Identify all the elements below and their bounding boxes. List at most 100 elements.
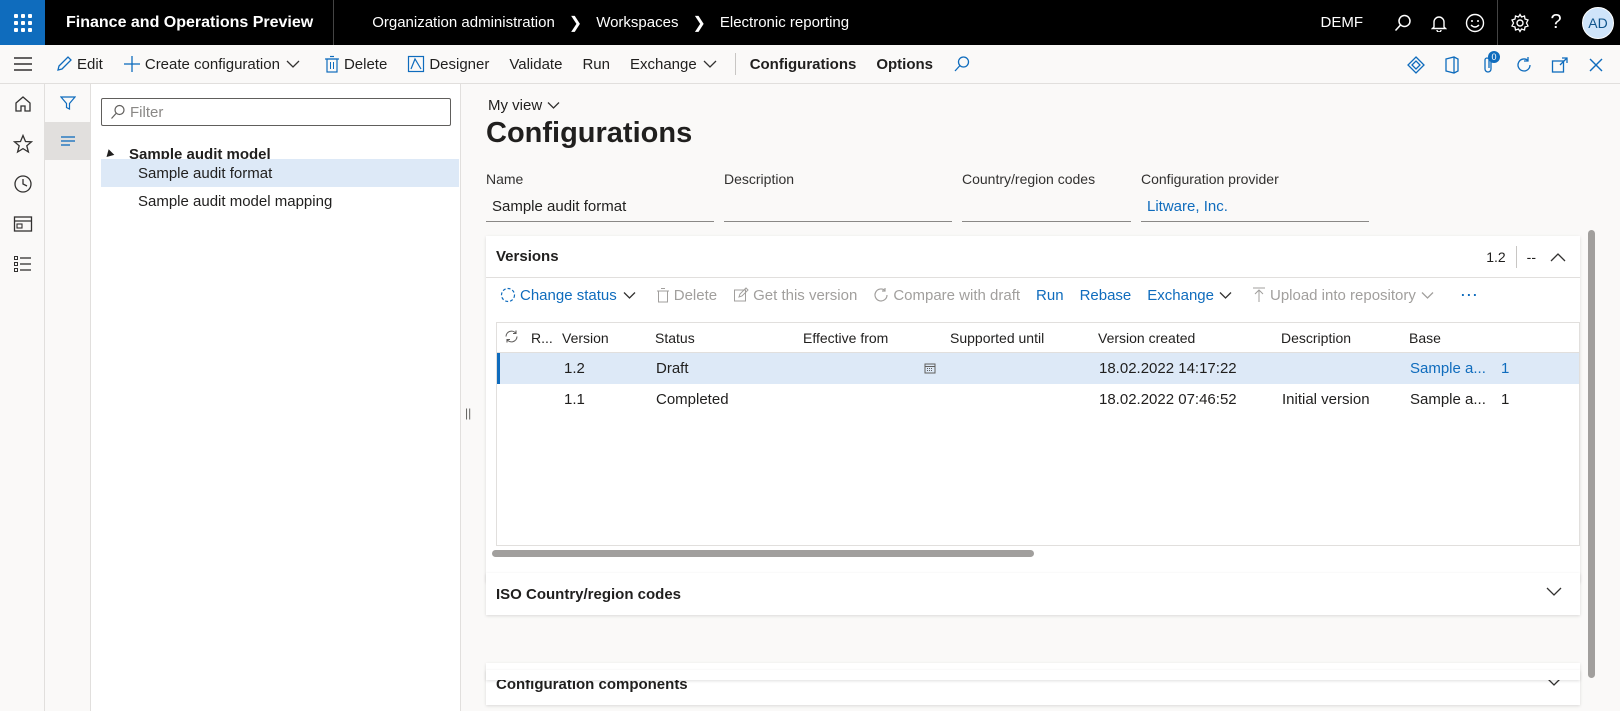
breadcrumb-item-workspaces[interactable]: Workspaces (596, 14, 678, 31)
bell-icon[interactable] (1421, 0, 1457, 45)
column-header[interactable]: R... (531, 330, 553, 346)
cell-base[interactable]: Sample a... (1410, 391, 1486, 408)
tree-node-item[interactable]: Sample audit model mapping (101, 187, 459, 215)
office-icon[interactable] (1434, 45, 1470, 84)
upload-into-repository-label: Upload into repository (1269, 286, 1416, 304)
breadcrumb-item-electronic-reporting[interactable]: Electronic reporting (720, 14, 849, 31)
modules-list-icon[interactable] (0, 244, 45, 284)
main-content: My view Configurations Name Sample audit… (462, 84, 1620, 711)
create-configuration-button[interactable]: Create configuration (113, 45, 314, 84)
column-header[interactable]: Description (1281, 330, 1351, 346)
column-header[interactable]: Base (1409, 330, 1441, 346)
run-button[interactable]: Run (572, 45, 620, 84)
breadcrumb-item-org-admin[interactable]: Organization administration (372, 14, 555, 31)
home-icon[interactable] (0, 84, 45, 124)
country-codes-input[interactable] (962, 194, 1131, 222)
company-picker[interactable]: DEMF (1321, 14, 1364, 31)
change-status-button[interactable]: Change status (500, 287, 640, 304)
search-icon (111, 104, 125, 119)
power-apps-icon[interactable] (1398, 45, 1434, 84)
grid-refresh-icon[interactable] (504, 329, 519, 347)
column-header[interactable]: Version created (1098, 330, 1195, 346)
get-this-version-button[interactable]: Get this version (733, 287, 857, 304)
versions-header[interactable]: Versions 1.2 -- (486, 236, 1580, 278)
cell-base-version: 1 (1501, 391, 1510, 408)
cell-status: Completed (656, 391, 729, 408)
page-title: Configurations (486, 117, 693, 149)
column-header[interactable]: Status (655, 330, 695, 346)
version-run-button[interactable]: Run (1036, 287, 1064, 304)
my-view-selector[interactable]: My view (488, 97, 560, 114)
close-icon[interactable] (1578, 45, 1614, 84)
exchange-menu[interactable]: Exchange (620, 45, 731, 84)
edit-button[interactable]: Edit (45, 45, 113, 84)
cell-version: 1.2 (564, 360, 585, 377)
recent-clock-icon[interactable] (0, 164, 45, 204)
tree-list-icon[interactable] (45, 122, 90, 160)
gear-icon[interactable] (1502, 0, 1538, 45)
description-field: Description (724, 171, 952, 222)
filter-funnel-icon[interactable] (45, 84, 90, 122)
designer-button[interactable]: Designer (397, 45, 499, 84)
chevron-down-icon (1421, 291, 1434, 299)
workspaces-icon[interactable] (0, 204, 45, 244)
breadcrumb: Organization administration ❯ Workspaces… (372, 13, 849, 33)
my-view-label: My view (488, 97, 543, 114)
attachments-badge: 0 (1488, 51, 1500, 63)
versions-toolbar: Change status Delete Get this version Co… (486, 278, 1580, 312)
upload-arrow-icon (1252, 287, 1265, 302)
table-row[interactable]: 1.1 Completed 18.02.2022 07:46:52 Initia… (497, 384, 1579, 415)
avatar[interactable]: AD (1582, 6, 1614, 39)
name-input[interactable]: Sample audit format (486, 194, 714, 222)
compare-with-draft-button[interactable]: Compare with draft (873, 287, 1020, 304)
column-header[interactable]: Version (562, 330, 609, 346)
collapse-triangle-icon[interactable] (103, 148, 115, 160)
compare-with-draft-label: Compare with draft (893, 286, 1021, 304)
get-this-version-label: Get this version (753, 286, 858, 304)
cell-base-link[interactable]: Sample a... (1410, 360, 1486, 377)
refresh-icon[interactable] (1506, 45, 1542, 84)
versions-summary-extra: -- (1526, 249, 1536, 265)
tree-filter-input[interactable]: Filter (101, 98, 451, 126)
horizontal-scrollbar[interactable] (492, 550, 1034, 557)
column-header[interactable]: Effective from (803, 330, 888, 346)
smiley-icon[interactable] (1457, 0, 1493, 45)
attachments-icon[interactable]: 0 (1470, 45, 1506, 84)
vertical-scrollbar[interactable] (1588, 230, 1595, 678)
tree-node-item[interactable]: Sample audit format (101, 159, 459, 187)
exchange-label: Exchange (629, 55, 697, 73)
upload-into-repository-button[interactable]: Upload into repository (1252, 287, 1438, 304)
search-icon[interactable] (1385, 0, 1421, 45)
tab-options[interactable]: Options (866, 45, 943, 84)
plus-icon (123, 56, 140, 72)
help-icon[interactable]: ? (1538, 0, 1574, 45)
app-launcher-icon[interactable] (0, 0, 45, 45)
validate-button[interactable]: Validate (499, 45, 572, 84)
cell-base-version[interactable]: 1 (1501, 360, 1509, 377)
cell-version-created: 18.02.2022 07:46:52 (1099, 391, 1237, 408)
table-row[interactable]: 1.2 Draft 18.02.2022 14:17:22 Sample a..… (497, 353, 1579, 384)
cell-description: Initial version (1282, 391, 1370, 408)
favorites-star-icon[interactable] (0, 124, 45, 164)
delete-button[interactable]: Delete (314, 45, 397, 84)
tab-configurations[interactable]: Configurations (740, 45, 867, 84)
description-input[interactable] (724, 194, 952, 222)
action-search-icon[interactable] (943, 45, 985, 84)
calendar-icon[interactable] (924, 361, 936, 378)
country-codes-field: Country/region codes (962, 171, 1131, 222)
provider-link[interactable]: Litware, Inc. (1141, 194, 1369, 222)
chevron-up-icon (1550, 253, 1566, 262)
iso-country-codes-title: ISO Country/region codes (496, 585, 682, 603)
version-delete-button[interactable]: Delete (656, 287, 717, 304)
hamburger-menu-icon[interactable] (0, 45, 45, 84)
provider-field: Configuration provider Litware, Inc. (1141, 171, 1369, 222)
provider-label: Configuration provider (1141, 171, 1279, 187)
version-exchange-menu[interactable]: Exchange (1147, 287, 1236, 304)
next-fasttab-partial (486, 670, 1580, 680)
app-title[interactable]: Finance and Operations Preview (45, 0, 335, 45)
open-new-window-icon[interactable] (1542, 45, 1578, 84)
iso-country-codes-fasttab[interactable]: ISO Country/region codes (486, 573, 1580, 615)
rebase-button[interactable]: Rebase (1080, 287, 1132, 304)
more-options-button[interactable]: ⋯ (1460, 285, 1478, 306)
column-header[interactable]: Supported until (950, 330, 1044, 346)
